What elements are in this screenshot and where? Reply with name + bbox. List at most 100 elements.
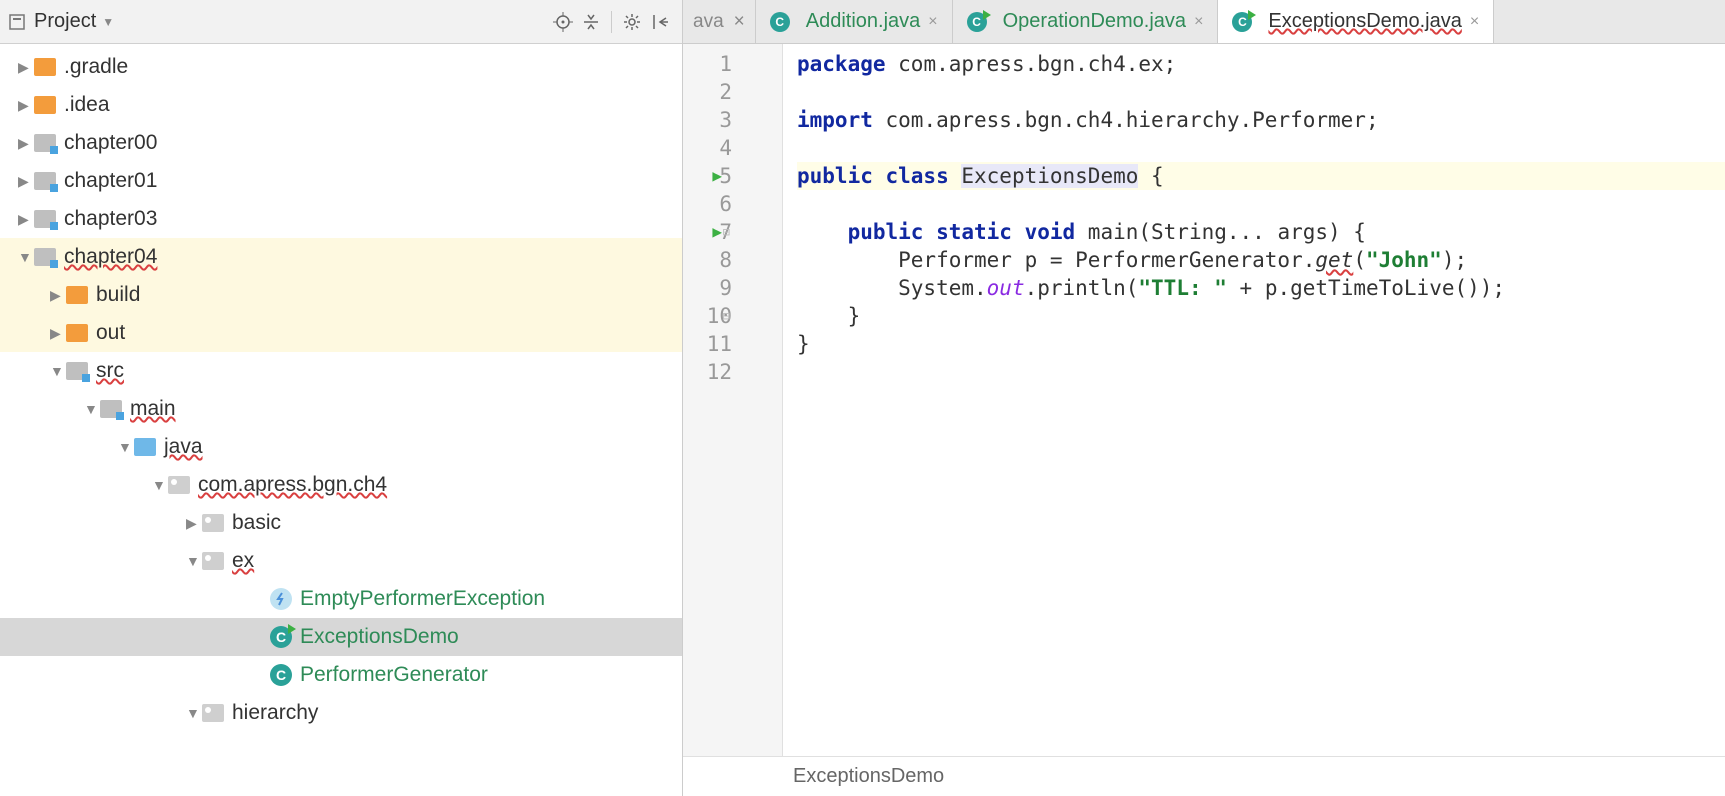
line-number[interactable]: 3 [683, 106, 732, 134]
line-number[interactable]: 12 [683, 358, 732, 386]
code-line[interactable] [797, 358, 1725, 386]
tree-item-label: ex [232, 549, 254, 573]
line-number[interactable]: 6 [683, 190, 732, 218]
code-line[interactable]: public class ExceptionsDemo { [797, 162, 1725, 190]
gear-icon[interactable] [618, 8, 646, 36]
expand-arrow-icon[interactable]: ▼ [152, 477, 168, 493]
code-line[interactable]: } [797, 302, 1725, 330]
line-number[interactable]: 8 [683, 246, 732, 274]
tree-item-chapter00[interactable]: ▶chapter00 [0, 124, 682, 162]
folder-icon [202, 704, 224, 722]
code-line[interactable] [797, 78, 1725, 106]
tree-item-com-apress-bgn-ch4[interactable]: ▼com.apress.bgn.ch4 [0, 466, 682, 504]
line-number[interactable]: 1 [683, 50, 732, 78]
expand-arrow-icon[interactable]: ▼ [186, 553, 202, 569]
line-number[interactable]: 2 [683, 78, 732, 106]
code-content[interactable]: package com.apress.bgn.ch4.ex; import com… [783, 44, 1725, 756]
tree-item-chapter01[interactable]: ▶chapter01 [0, 162, 682, 200]
folder-icon [34, 58, 56, 76]
expand-arrow-icon[interactable]: ▼ [50, 363, 66, 379]
expand-arrow-icon[interactable]: ▶ [186, 515, 202, 532]
tree-item-out[interactable]: ▶out [0, 314, 682, 352]
tree-item--gradle[interactable]: ▶.gradle [0, 48, 682, 86]
code-line[interactable]: Performer p = PerformerGenerator.get("Jo… [797, 246, 1725, 274]
expand-arrow-icon[interactable]: ▶ [18, 59, 34, 76]
fold-icon[interactable]: ⊟ [723, 218, 730, 246]
tree-item-exceptionsdemo[interactable]: CExceptionsDemo [0, 618, 682, 656]
folder-icon [66, 286, 88, 304]
close-icon[interactable]: × [928, 13, 937, 31]
expand-arrow-icon[interactable]: ▼ [18, 249, 34, 265]
expand-arrow-icon[interactable]: ▼ [186, 705, 202, 721]
fold-icon[interactable]: ⊟ [723, 302, 730, 330]
run-gutter-icon[interactable]: ▶ [712, 162, 722, 190]
tree-item-chapter03[interactable]: ▶ chapter03 [0, 200, 682, 238]
class-icon: C [770, 12, 790, 32]
line-number[interactable]: 11 [683, 330, 732, 358]
code-line[interactable]: } [797, 330, 1725, 358]
tree-item-label: EmptyPerformerException [300, 587, 545, 611]
project-panel-icon [8, 12, 28, 32]
tree-item-ex[interactable]: ▼ ex [0, 542, 682, 580]
tree-item-label: chapter04 [64, 245, 157, 269]
expand-arrow-icon[interactable]: ▼ [118, 439, 134, 455]
line-number[interactable]: 10⊟ [683, 302, 732, 330]
project-tree[interactable]: ▶.gradle▶.idea▶chapter00▶chapter01▶chapt… [0, 44, 682, 796]
breadcrumb[interactable]: ExceptionsDemo [683, 756, 1725, 796]
code-line[interactable] [797, 134, 1725, 162]
tab-label: ExceptionsDemo.java [1268, 10, 1461, 33]
code-line[interactable]: System.out.println("TTL: " + p.getTimeTo… [797, 274, 1725, 302]
tab-exceptionsdemo-java[interactable]: CExceptionsDemo.java× [1218, 0, 1494, 43]
expand-arrow-icon[interactable]: ▼ [84, 401, 100, 417]
folder-icon [34, 210, 56, 228]
code-line[interactable]: public static void main(String... args) … [797, 218, 1725, 246]
tree-item--idea[interactable]: ▶.idea [0, 86, 682, 124]
tree-item-label: chapter03 [64, 207, 157, 231]
expand-arrow-icon[interactable]: ▶ [50, 287, 66, 304]
folder-icon [66, 362, 88, 380]
close-icon[interactable]: × [734, 11, 745, 33]
run-gutter-icon[interactable]: ▶ [712, 218, 722, 246]
tree-item-src[interactable]: ▼src [0, 352, 682, 390]
tree-item-build[interactable]: ▶build [0, 276, 682, 314]
hide-icon[interactable] [646, 8, 674, 36]
code-line[interactable]: package com.apress.bgn.ch4.ex; [797, 50, 1725, 78]
folder-icon [66, 324, 88, 342]
tree-item-performergenerator[interactable]: C PerformerGenerator [0, 656, 682, 694]
class-icon: C [270, 664, 292, 686]
line-number[interactable]: 5▶ [683, 162, 732, 190]
tab-addition-java[interactable]: CAddition.java× [756, 0, 953, 43]
collapse-icon[interactable] [577, 8, 605, 36]
code-line[interactable]: import com.apress.bgn.ch4.hierarchy.Perf… [797, 106, 1725, 134]
code-line[interactable] [797, 190, 1725, 218]
gutter[interactable]: 12345▶67▶⊟8910⊟1112 [683, 44, 783, 756]
expand-arrow-icon[interactable]: ▶ [18, 211, 34, 228]
tree-item-chapter04[interactable]: ▼ chapter04 [0, 238, 682, 276]
expand-arrow-icon[interactable]: ▶ [50, 325, 66, 342]
tab-operationdemo-java[interactable]: COperationDemo.java× [953, 0, 1219, 43]
divider [611, 11, 612, 33]
folder-icon [100, 400, 122, 418]
tree-item-label: PerformerGenerator [300, 663, 488, 687]
tree-item-label: hierarchy [232, 701, 318, 725]
line-number[interactable]: 7▶⊟ [683, 218, 732, 246]
tree-item-label: ExceptionsDemo [300, 625, 459, 649]
line-number[interactable]: 4 [683, 134, 732, 162]
tree-item-java[interactable]: ▼java [0, 428, 682, 466]
line-number[interactable]: 9 [683, 274, 732, 302]
tree-item-main[interactable]: ▼main [0, 390, 682, 428]
close-icon[interactable]: × [1194, 13, 1203, 31]
expand-arrow-icon[interactable]: ▶ [18, 135, 34, 152]
locate-icon[interactable] [549, 8, 577, 36]
tree-item-hierarchy[interactable]: ▼ hierarchy [0, 694, 682, 732]
expand-arrow-icon[interactable]: ▶ [18, 173, 34, 190]
folder-icon [168, 476, 190, 494]
expand-arrow-icon[interactable]: ▶ [18, 97, 34, 114]
tree-item-label: basic [232, 511, 281, 535]
close-icon[interactable]: × [1470, 13, 1479, 31]
tree-item-emptyperformerexception[interactable]: EmptyPerformerException [0, 580, 682, 618]
tab-partial[interactable]: ava × [683, 0, 756, 43]
tree-item-basic[interactable]: ▶ basic [0, 504, 682, 542]
project-dropdown[interactable]: Project ▼ [8, 10, 114, 33]
folder-icon [34, 248, 56, 266]
